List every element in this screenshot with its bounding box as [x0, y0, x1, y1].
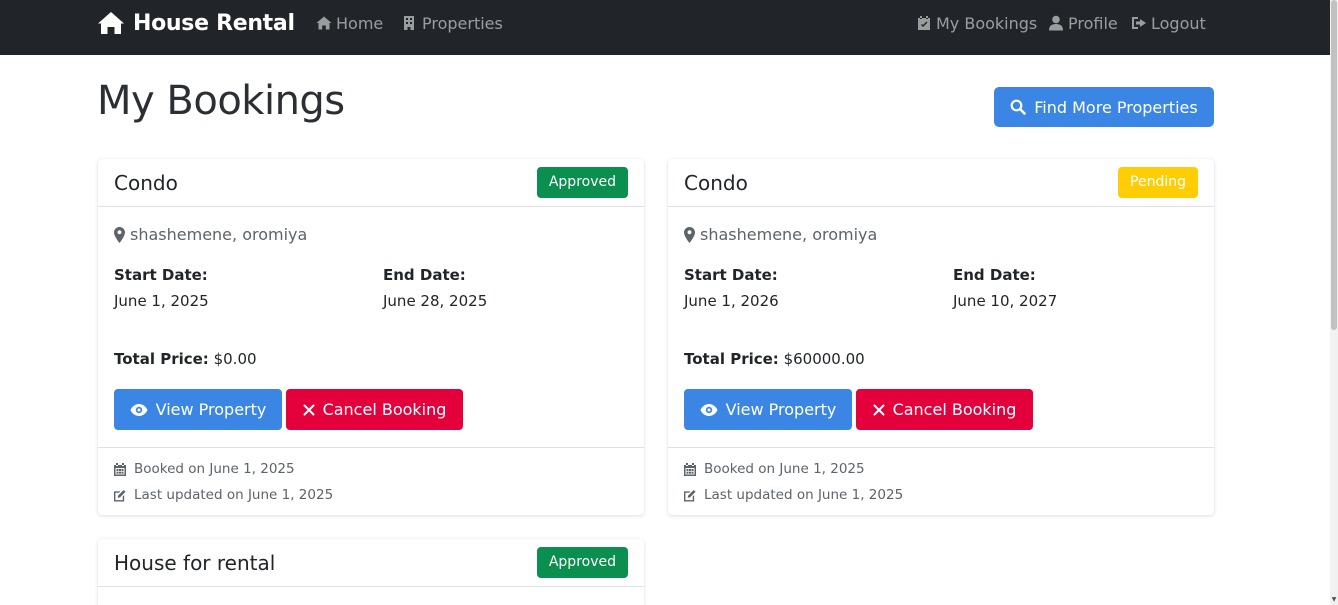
eye-icon	[130, 403, 148, 416]
nav-my-bookings-label: My Bookings	[936, 13, 1038, 33]
end-date-value: June 10, 2027	[953, 292, 1058, 310]
total-price-value: $60000.00	[783, 350, 865, 368]
card-header: Condo Approved	[98, 159, 644, 207]
nav-my-bookings[interactable]: My Bookings	[916, 12, 1037, 34]
card-header: Condo Pending	[668, 159, 1214, 207]
card-header: House for rental Approved	[98, 539, 644, 587]
end-date-value: June 28, 2025	[383, 292, 488, 310]
brand-link[interactable]: House Rental	[97, 10, 295, 36]
map-marker-icon	[114, 226, 125, 243]
start-date-value: June 1, 2026	[684, 292, 779, 310]
calendar-icon	[684, 462, 696, 476]
view-property-label: View Property	[725, 400, 837, 419]
edit-icon	[684, 489, 696, 501]
total-price-label: Total Price:	[114, 350, 209, 368]
edit-icon	[114, 489, 126, 501]
start-date-value: June 1, 2025	[114, 292, 209, 310]
booking-card: Condo Pending shashemene, oromiya Start …	[668, 159, 1214, 515]
building-icon	[404, 16, 414, 30]
cancel-booking-button[interactable]: Cancel Booking	[856, 389, 1033, 430]
cancel-booking-button[interactable]: Cancel Booking	[286, 389, 463, 430]
status-badge: Approved	[536, 547, 628, 578]
calendar-check-icon	[918, 16, 930, 30]
property-location: shashemene, oromiya	[114, 225, 307, 244]
view-property-button[interactable]: View Property	[684, 389, 852, 430]
top-navbar: House Rental Home Properties My Bookings…	[0, 0, 1330, 55]
nav-properties[interactable]: Properties	[402, 12, 503, 34]
house-icon	[98, 12, 124, 34]
booked-on-text: Booked on June 1, 2025	[704, 461, 865, 477]
nav-profile-label: Profile	[1068, 13, 1118, 33]
cancel-booking-label: Cancel Booking	[892, 400, 1017, 419]
end-date-label: End Date:	[953, 266, 1036, 284]
map-marker-icon	[684, 226, 695, 243]
start-date-label: Start Date:	[114, 266, 208, 284]
booking-card: Condo Approved shashemene, oromiya Start…	[98, 159, 644, 515]
nav-properties-label: Properties	[422, 13, 503, 33]
booked-on: Booked on June 1, 2025	[684, 461, 865, 477]
last-updated-text: Last updated on June 1, 2025	[704, 487, 904, 503]
nav-logout-label: Logout	[1151, 13, 1206, 33]
calendar-icon	[114, 462, 126, 476]
card-footer: Booked on June 1, 2025 Last updated on J…	[668, 447, 1214, 515]
total-price: Total Price: $0.00	[114, 350, 257, 368]
booked-on-text: Booked on June 1, 2025	[134, 461, 295, 477]
location-text: shashemene, oromiya	[130, 225, 308, 244]
x-icon	[303, 404, 315, 415]
search-icon	[1010, 99, 1027, 115]
last-updated: Last updated on June 1, 2025	[684, 487, 903, 503]
property-location: shashemene, oromiya	[684, 225, 877, 244]
booked-on: Booked on June 1, 2025	[114, 461, 295, 477]
brand-label: House Rental	[133, 10, 295, 36]
total-price: Total Price: $60000.00	[684, 350, 865, 368]
last-updated: Last updated on June 1, 2025	[114, 487, 333, 503]
scroll-down-arrow-icon[interactable]: ▼	[1331, 597, 1337, 603]
sign-out-icon	[1132, 17, 1146, 29]
page-title: My Bookings	[97, 78, 345, 124]
total-price-value: $0.00	[213, 350, 257, 368]
property-title: House for rental	[114, 551, 276, 575]
property-title: Condo	[114, 171, 178, 195]
page-scrollbar[interactable]: ▼	[1330, 0, 1338, 605]
start-date-label: Start Date:	[684, 266, 778, 284]
find-more-properties-button[interactable]: Find More Properties	[994, 87, 1214, 127]
nav-home[interactable]: Home	[316, 12, 383, 34]
end-date-label: End Date:	[383, 266, 466, 284]
find-more-properties-label: Find More Properties	[1034, 97, 1198, 117]
card-footer: Booked on June 1, 2025 Last updated on J…	[98, 447, 644, 515]
view-property-label: View Property	[155, 400, 267, 419]
nav-profile[interactable]: Profile	[1048, 12, 1118, 34]
nav-logout[interactable]: Logout	[1131, 12, 1206, 34]
property-title: Condo	[684, 171, 748, 195]
user-icon	[1049, 15, 1063, 31]
eye-icon	[700, 403, 718, 416]
total-price-label: Total Price:	[684, 350, 779, 368]
view-property-button[interactable]: View Property	[114, 389, 282, 430]
last-updated-text: Last updated on June 1, 2025	[134, 487, 334, 503]
status-badge: Pending	[1118, 167, 1198, 198]
home-icon	[316, 16, 332, 30]
booking-card: House for rental Approved	[98, 539, 644, 605]
location-text: shashemene, oromiya	[700, 225, 878, 244]
status-badge: Approved	[536, 167, 628, 198]
x-icon	[873, 404, 885, 415]
scrollbar-thumb[interactable]	[1331, 0, 1337, 330]
nav-home-label: Home	[336, 13, 384, 33]
cancel-booking-label: Cancel Booking	[322, 400, 447, 419]
